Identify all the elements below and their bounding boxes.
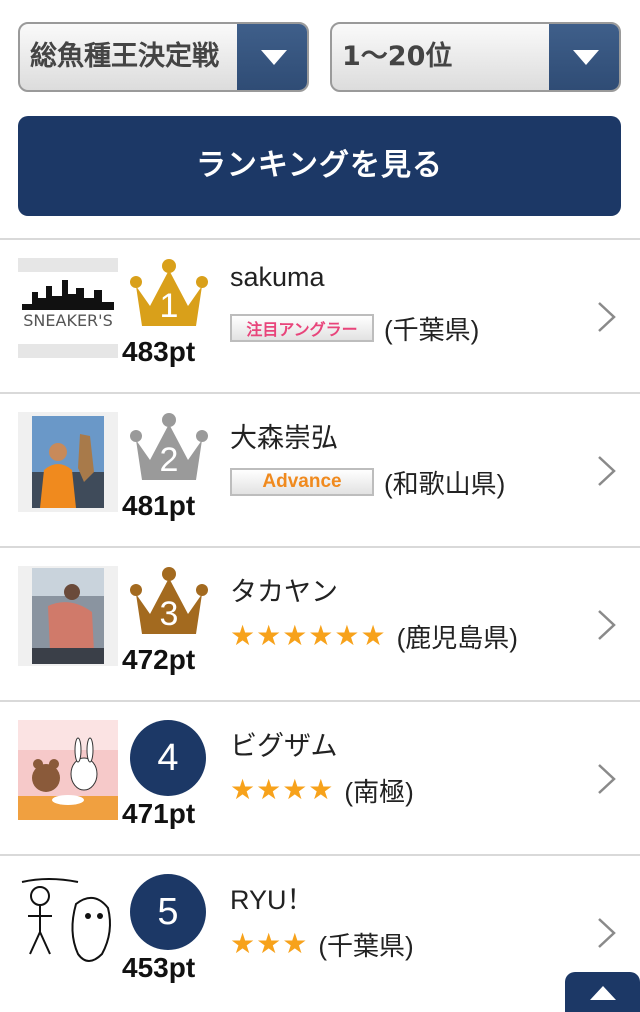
avatar: SNEAKER'S [18,258,118,358]
dropdown-arrow-icon[interactable] [549,24,619,90]
points: 483pt [122,336,196,367]
range-select[interactable]: 1〜20位 [330,22,621,92]
rating-stars: ★★★ [230,927,309,960]
user-name: RYU！ [230,885,314,915]
user-name: sakuma [230,262,325,292]
user-name: ビグザム [230,731,338,761]
avatar [18,874,118,974]
rank-badge: 4 [130,720,206,796]
rank-badge: 5 [130,874,206,950]
points: 481pt [122,490,196,521]
avatar [18,566,118,666]
rank-number: 3 [159,595,179,633]
status-badge: 注目アングラー [230,314,374,342]
avatar [18,412,118,512]
prefecture: (千葉県) [318,930,414,961]
status-badge: Advance [230,468,374,496]
ranking-row[interactable]: 5 RYU！ ★★★ (千葉県) 453pt [0,854,640,1008]
user-meta: ★★★★★★ (鹿児島県) [230,618,518,654]
points: 472pt [122,644,196,675]
avatar [18,720,118,820]
user-meta: ★★★ (千葉県) [230,926,414,962]
user-meta: 注目アングラー (千葉県) [230,310,479,346]
prefecture: (鹿児島県) [396,622,518,653]
chevron-right-icon [598,456,616,486]
user-name: 大森崇弘 [230,423,338,453]
user-meta: Advance (和歌山県) [230,464,505,500]
rank-number: 1 [159,287,179,325]
points: 471pt [122,798,196,829]
category-select-value: 総魚種王決定戦 [30,41,219,72]
chevron-right-icon [598,918,616,948]
ranking-row[interactable]: SNEAKER'S 1 sakuma 注目アングラー (千葉県) 483pt [0,238,640,392]
prefecture: (南極) [344,776,414,807]
rating-stars: ★★★★★★ [230,619,387,652]
back-to-top-button[interactable] [565,972,640,1012]
chevron-right-icon [598,610,616,640]
rating-stars: ★★★★ [230,773,335,806]
ranking-row[interactable]: 4 ビグザム ★★★★ (南極) 471pt [0,700,640,854]
user-name: タカヤン [230,577,338,607]
points: 453pt [122,952,196,983]
ranking-list: SNEAKER'S 1 sakuma 注目アングラー (千葉県) 483pt 2… [0,238,640,1008]
filter-bar: 総魚種王決定戦 1〜20位 ランキングを見る [0,0,640,238]
user-meta: ★★★★ (南極) [230,772,414,808]
ranking-row[interactable]: 3 タカヤン ★★★★★★ (鹿児島県) 472pt [0,546,640,700]
ranking-row[interactable]: 2 大森崇弘 Advance (和歌山県) 481pt [0,392,640,546]
chevron-right-icon [598,302,616,332]
chevron-right-icon [598,764,616,794]
prefecture: (千葉県) [384,314,480,345]
dropdown-arrow-icon[interactable] [237,24,307,90]
rank-number: 2 [159,441,179,479]
category-select[interactable]: 総魚種王決定戦 [18,22,309,92]
svg-text:SNEAKER'S: SNEAKER'S [23,311,112,330]
prefecture: (和歌山県) [384,468,506,499]
view-ranking-button[interactable]: ランキングを見る [18,116,621,216]
range-select-value: 1〜20位 [342,41,453,72]
